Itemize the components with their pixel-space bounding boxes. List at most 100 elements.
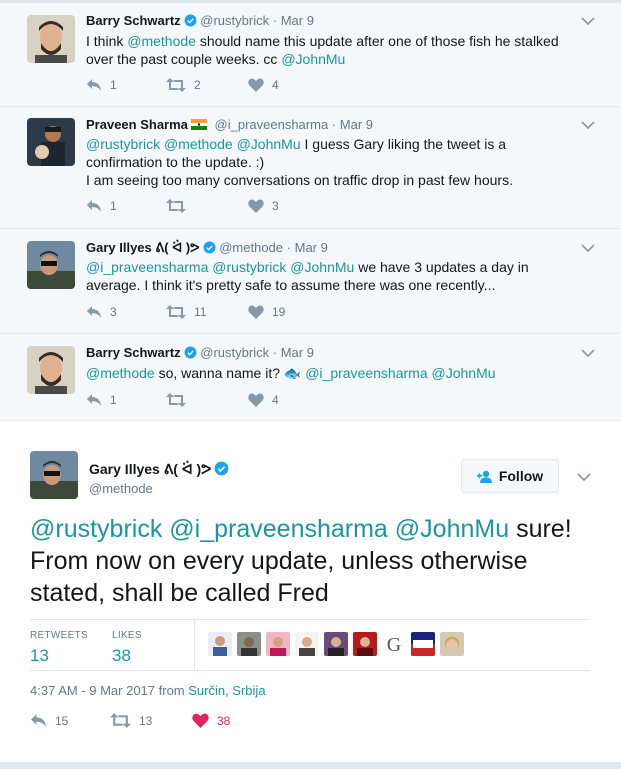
chevron-down-icon[interactable] [581, 117, 595, 135]
follow-button[interactable]: Follow [461, 459, 559, 493]
author-name[interactable]: Gary Illyes ᕕ( ᐛ )ᕗ [89, 461, 211, 477]
mention-link[interactable]: @methode [127, 33, 196, 49]
mention-link[interactable]: @JohnMu [281, 51, 345, 67]
chevron-down-icon[interactable] [581, 345, 595, 363]
like-count: 4 [272, 393, 279, 407]
author-name[interactable]: Praveen Sharma [86, 117, 188, 132]
retweet-icon [166, 305, 186, 319]
liker-avatar[interactable] [324, 632, 348, 656]
add-user-icon [476, 470, 492, 483]
retweet-icon [110, 713, 131, 728]
like-action[interactable]: 4 [248, 78, 279, 92]
mention-link[interactable]: @i_praveensharma [169, 515, 388, 543]
retweet-action[interactable] [166, 393, 194, 407]
retweet-action[interactable]: 13 [110, 713, 152, 728]
author-handle[interactable]: @methode [219, 240, 283, 255]
chevron-down-icon[interactable] [581, 240, 595, 258]
stats-divider [194, 620, 195, 670]
like-action[interactable]: 38 [192, 713, 230, 728]
avatar[interactable] [27, 346, 75, 394]
reply-icon [87, 306, 101, 318]
author-name[interactable]: Barry Schwartz [86, 13, 181, 28]
follow-label: Follow [498, 468, 544, 484]
retweets-stat[interactable]: RETWEETS 13 [30, 630, 88, 666]
avatar[interactable] [27, 241, 75, 289]
author-handle[interactable]: @methode [89, 481, 153, 496]
retweet-action[interactable]: 11 [166, 305, 206, 319]
liker-avatar[interactable] [295, 632, 319, 656]
retweet-icon [166, 199, 186, 213]
mention-link[interactable]: @JohnMu [290, 259, 354, 275]
main-tweet: Gary Illyes ᕕ( ᐛ )ᕗ @methode Follow @rus… [0, 421, 621, 769]
reply-action[interactable]: 1 [86, 199, 117, 213]
reply-tweet-1[interactable]: Barry Schwartz @rustybrick · Mar 9 I thi… [0, 3, 621, 107]
mention-link[interactable]: @JohnMu [237, 136, 301, 152]
mention-link[interactable]: @i_praveensharma [305, 365, 427, 381]
likes-stat[interactable]: LIKES 38 [112, 630, 142, 666]
mention-link[interactable]: @methode [86, 365, 155, 381]
reply-tweet-2[interactable]: Praveen Sharma @i_praveensharma · Mar 9 … [0, 107, 621, 229]
tweet-header: Barry Schwartz @rustybrick · Mar 9 [86, 345, 314, 362]
mention-link[interactable]: @rustybrick [212, 259, 286, 275]
tweet-time[interactable]: Mar 9 [295, 240, 328, 255]
liker-avatar[interactable] [440, 632, 464, 656]
reply-icon [31, 714, 46, 727]
liker-avatars: G [208, 632, 469, 656]
mention-link[interactable]: @i_praveensharma [86, 259, 208, 275]
mention-link[interactable]: @methode [164, 136, 233, 152]
google-logo-avatar[interactable]: G [382, 632, 406, 656]
retweet-action[interactable] [166, 199, 194, 213]
reply-action[interactable]: 1 [86, 393, 117, 407]
liker-avatar[interactable] [237, 632, 261, 656]
author-handle[interactable]: @rustybrick [200, 345, 269, 360]
like-count: 3 [272, 199, 279, 213]
chevron-down-icon[interactable] [577, 469, 591, 487]
retweet-action[interactable]: 2 [166, 78, 201, 92]
author-name[interactable]: Barry Schwartz [86, 345, 181, 360]
tweet-text: I think @methode should name this update… [86, 32, 586, 68]
reply-count: 3 [110, 305, 117, 319]
chevron-down-icon[interactable] [581, 13, 595, 31]
mention-link[interactable]: @rustybrick [30, 515, 162, 543]
reply-icon [87, 79, 101, 91]
verified-badge-icon [203, 241, 216, 257]
reply-action[interactable]: 15 [30, 713, 68, 728]
mention-link[interactable]: @rustybrick [86, 136, 160, 152]
avatar[interactable] [27, 15, 75, 63]
liker-avatar[interactable] [208, 632, 232, 656]
reply-tweet-4[interactable]: Barry Schwartz @rustybrick · Mar 9 @meth… [0, 334, 621, 421]
tweet-text-line: @rustybrick @methode @JohnMu I guess Gar… [86, 135, 526, 171]
tweet-stats: RETWEETS 13 LIKES 38 G [30, 619, 590, 671]
author-name[interactable]: Gary Illyes ᕕ( ᐛ )ᕗ [86, 240, 200, 255]
reply-action[interactable]: 3 [86, 305, 117, 319]
author-handle[interactable]: @i_praveensharma [215, 117, 329, 132]
reply-tweet-3[interactable]: Gary Illyes ᕕ( ᐛ )ᕗ @methode · Mar 9 @i_… [0, 229, 621, 334]
liker-avatar[interactable] [411, 632, 435, 656]
heart-icon [248, 305, 264, 319]
location-link[interactable]: Surčin, Srbija [188, 683, 265, 698]
avatar[interactable] [27, 118, 75, 166]
liker-avatar[interactable] [266, 632, 290, 656]
tweet-time[interactable]: Mar 9 [340, 117, 373, 132]
reply-action[interactable]: 1 [86, 78, 117, 92]
mention-link[interactable]: @JohnMu [395, 515, 509, 543]
avatar[interactable] [30, 451, 78, 499]
likes-label: LIKES [112, 630, 142, 641]
verified-badge-icon [214, 461, 229, 479]
mention-link[interactable]: @JohnMu [432, 365, 496, 381]
author-handle[interactable]: @rustybrick [200, 13, 269, 28]
tweet-header: Praveen Sharma @i_praveensharma · Mar 9 [86, 117, 373, 132]
like-action[interactable]: 3 [248, 199, 279, 213]
main-tweet-text: @rustybrick @i_praveensharma @JohnMu sur… [30, 513, 590, 609]
reply-icon [87, 394, 101, 406]
reply-count: 15 [55, 713, 69, 728]
tweet-text: @methode so, wanna name it? 🐟 @i_praveen… [86, 364, 586, 382]
mention-link[interactable]: 🐟 [284, 365, 301, 381]
like-action[interactable]: 4 [248, 393, 279, 407]
like-action[interactable]: 19 [248, 305, 285, 319]
tweet-time[interactable]: Mar 9 [281, 345, 314, 360]
tweet-time[interactable]: Mar 9 [281, 13, 314, 28]
timestamp[interactable]: 4:37 AM - 9 Mar 2017 from [30, 683, 188, 698]
separator-dot: · [331, 117, 337, 132]
liker-avatar[interactable] [353, 632, 377, 656]
